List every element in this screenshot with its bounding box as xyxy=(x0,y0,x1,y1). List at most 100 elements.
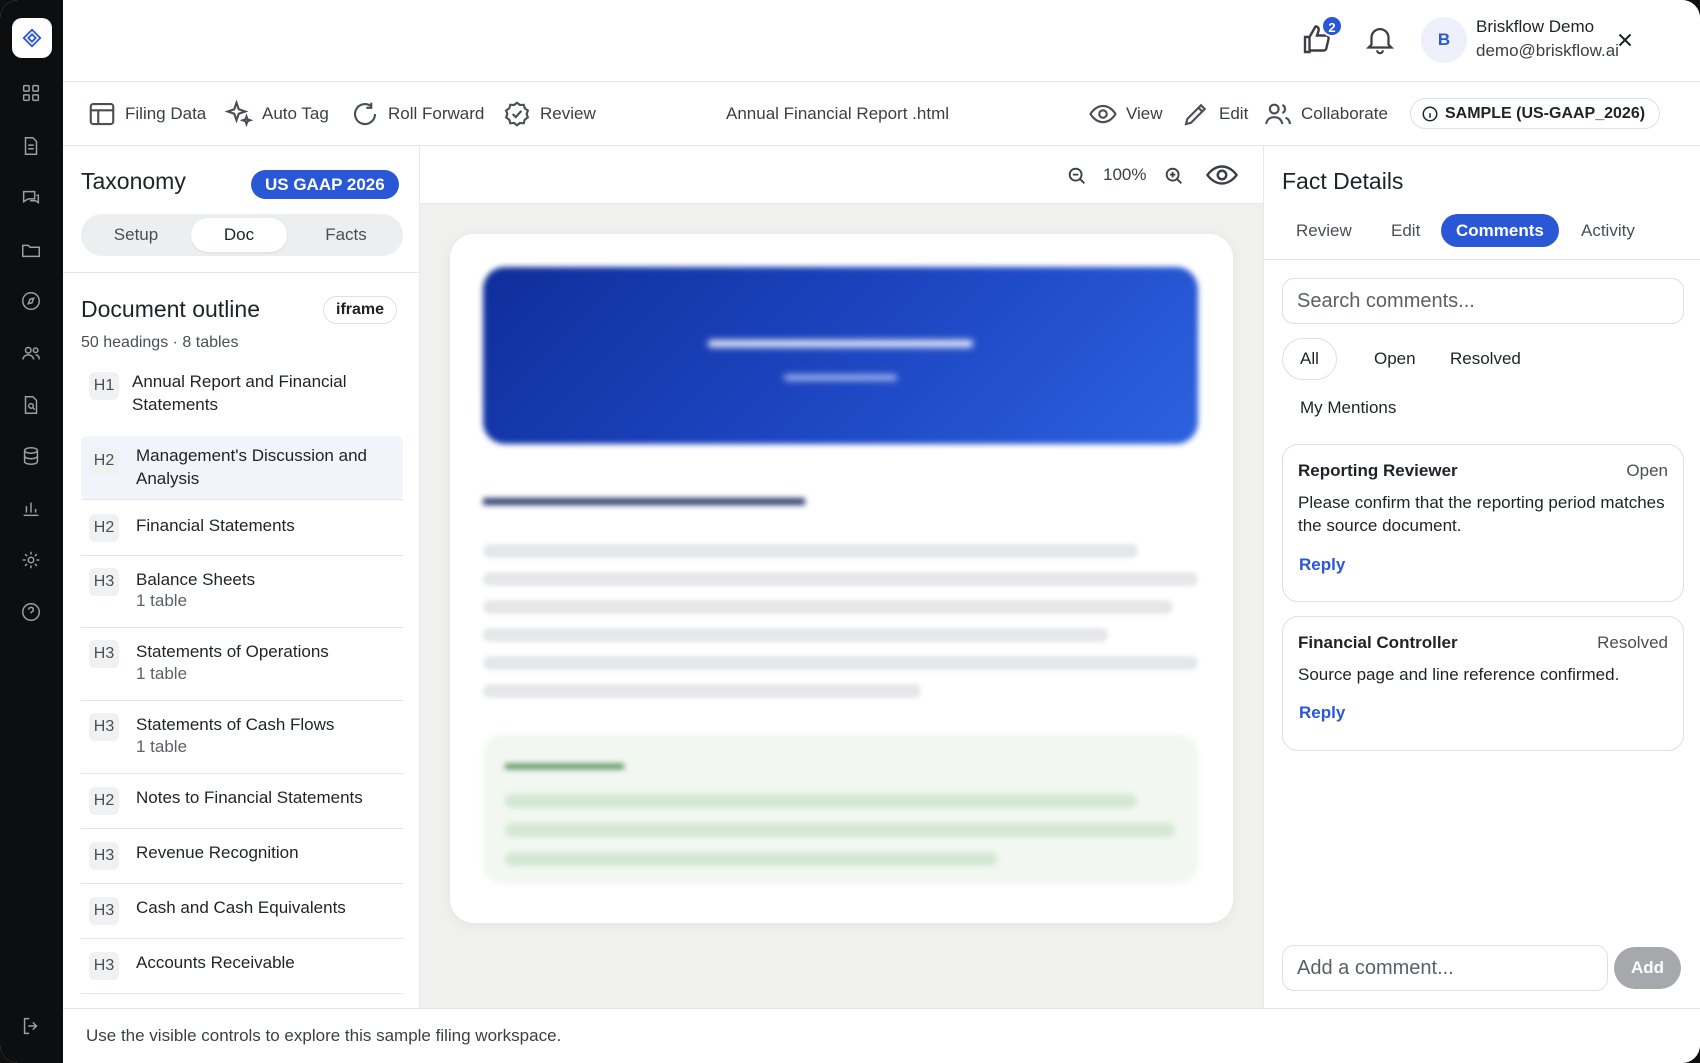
add-comment-input[interactable] xyxy=(1282,945,1608,991)
refresh-icon xyxy=(353,102,377,126)
comment-body: Source page and line reference confirmed… xyxy=(1298,665,1620,684)
users-icon[interactable] xyxy=(18,340,44,366)
view-label: View xyxy=(1126,104,1163,123)
compass-icon[interactable] xyxy=(18,288,44,314)
heading-level: H2 xyxy=(89,514,119,542)
sparkles-icon xyxy=(224,99,254,128)
edit-mode-button[interactable]: Edit xyxy=(1181,96,1248,132)
outline-item[interactable]: H3 Cash and Cash Equivalents xyxy=(81,884,403,939)
filter-open[interactable]: Open xyxy=(1357,338,1433,380)
segment-facts[interactable]: Facts xyxy=(293,218,399,252)
reply-button[interactable]: Reply xyxy=(1299,703,1345,723)
gear-icon[interactable] xyxy=(18,547,44,573)
blurred-text-line xyxy=(505,794,1137,808)
tab-activity[interactable]: Activity xyxy=(1566,214,1650,247)
comment-status: Resolved xyxy=(1597,633,1668,652)
segment-setup[interactable]: Setup xyxy=(85,218,187,252)
blurred-text-line xyxy=(483,544,1138,558)
heading-text: Statements of Operations xyxy=(136,642,329,661)
comment-status: Open xyxy=(1626,461,1668,480)
heading-level: H2 xyxy=(89,447,119,475)
comment-search-input[interactable] xyxy=(1282,278,1684,324)
collaborate-button[interactable]: Collaborate xyxy=(1263,96,1388,132)
heading-text: Cash and Cash Equivalents xyxy=(136,898,346,917)
avatar[interactable]: B xyxy=(1421,17,1467,63)
outline-item[interactable]: H3 Statements of Operations 1 table xyxy=(81,628,403,701)
blurred-text-line xyxy=(483,656,1198,670)
comment-body: Please confirm that the reporting period… xyxy=(1298,493,1665,535)
roll-forward-label: Roll Forward xyxy=(388,104,485,123)
chart-icon[interactable] xyxy=(18,495,44,521)
heading-text: Financial Statements xyxy=(136,516,295,535)
filing-data-button[interactable]: Filing Data xyxy=(87,96,206,132)
notifications-button[interactable] xyxy=(1363,22,1399,58)
blurred-validation-heading: ▬▬▬▬▬▬▬ xyxy=(505,754,624,773)
close-icon xyxy=(1618,33,1632,47)
comment-author: Reporting Reviewer xyxy=(1298,461,1458,480)
document-icon[interactable] xyxy=(18,133,44,159)
dashboard-icon[interactable] xyxy=(18,80,44,106)
status-footer: Use the visible controls to explore this… xyxy=(63,1008,1700,1063)
logout-icon[interactable] xyxy=(18,1013,44,1039)
outline-item[interactable]: H3 Accounts Receivable xyxy=(81,939,403,994)
filter-all[interactable]: All xyxy=(1282,338,1337,380)
edit-label: Edit xyxy=(1219,104,1249,123)
filter-my-mentions[interactable]: My Mentions xyxy=(1300,398,1396,418)
outline-item[interactable]: H3 Balance Sheets 1 table xyxy=(81,556,403,628)
auto-tag-button[interactable]: Auto Tag xyxy=(224,96,329,132)
outline-item[interactable]: H2 Notes to Financial Statements xyxy=(81,774,403,829)
outline-item[interactable]: H1 Annual Report and Financial Statement… xyxy=(81,364,403,428)
roll-forward-button[interactable]: Roll Forward xyxy=(350,96,484,132)
comment-author: Financial Controller xyxy=(1298,633,1458,652)
sample-label: SAMPLE (US-GAAP_2026) xyxy=(1445,104,1646,122)
main-toolbar: Filing Data Auto Tag Roll Forward Review… xyxy=(63,82,1700,146)
file-search-icon[interactable] xyxy=(18,392,44,418)
blurred-section-heading: ▬▬▬▬▬▬▬▬▬▬▬▬▬▬ xyxy=(483,484,805,510)
fact-details-panel: Fact Details Review Edit Comments Activi… xyxy=(1263,146,1700,1008)
zoom-level: 100% xyxy=(1103,165,1147,184)
zoom-in-icon[interactable] xyxy=(1163,165,1185,187)
eye-icon xyxy=(1089,104,1117,124)
segment-doc[interactable]: Doc xyxy=(191,218,287,252)
heading-text: Balance Sheets xyxy=(136,570,256,589)
document-page-preview[interactable]: ▬▬▬▬▬▬▬▬▬▬▬▬ ▬▬▬▬▬▬▬ ▬▬▬▬▬▬▬▬▬▬▬▬▬▬ ▬▬▬▬… xyxy=(450,234,1233,923)
likes-button[interactable]: 2 xyxy=(1299,15,1343,60)
iframe-toggle[interactable]: iframe xyxy=(323,296,398,324)
document-canvas: 100% ▬▬▬▬▬▬▬▬▬▬▬▬ ▬▬▬▬▬▬▬ ▬▬▬▬▬▬▬▬▬▬▬▬▬▬… xyxy=(420,146,1263,1008)
zoom-out-icon[interactable] xyxy=(1066,165,1088,187)
reply-button[interactable]: Reply xyxy=(1299,555,1345,575)
blurred-text-line xyxy=(483,684,921,698)
outline-item[interactable]: H3 Revenue Recognition xyxy=(81,829,403,884)
blurred-text-line xyxy=(483,572,1198,586)
filter-resolved[interactable]: Resolved xyxy=(1433,338,1538,380)
chat-icon[interactable] xyxy=(18,185,44,211)
outline-item-selected[interactable]: H2 Management's Discussion and Analysis xyxy=(81,436,403,500)
row-divider xyxy=(81,993,403,994)
close-button[interactable] xyxy=(1609,24,1641,56)
blurred-text-line xyxy=(505,823,1175,837)
tab-comments[interactable]: Comments xyxy=(1441,214,1559,247)
outline-summary: 50 headings · 8 tables xyxy=(81,334,239,351)
add-comment-button[interactable]: Add xyxy=(1614,947,1681,989)
panel-title: Fact Details xyxy=(1282,168,1404,194)
database-icon[interactable] xyxy=(18,443,44,469)
outline-item[interactable]: H3 Statements of Cash Flows 1 table xyxy=(81,701,403,774)
preview-eye-icon[interactable] xyxy=(1205,160,1239,190)
app-logo[interactable] xyxy=(12,18,52,58)
review-label: Review xyxy=(540,104,596,123)
taxonomy-badge[interactable]: US GAAP 2026 xyxy=(251,170,399,199)
sample-badge[interactable]: SAMPLE (US-GAAP_2026) xyxy=(1410,98,1661,129)
bell-icon xyxy=(1365,28,1395,55)
heading-level: H3 xyxy=(89,568,119,596)
view-mode-button[interactable]: View xyxy=(1088,96,1163,132)
review-button[interactable]: Review xyxy=(502,96,596,132)
folder-icon[interactable] xyxy=(18,237,44,263)
report-banner-blurred: ▬▬▬▬▬▬▬▬▬▬▬▬ ▬▬▬▬▬▬▬ xyxy=(483,267,1198,444)
tab-edit[interactable]: Edit xyxy=(1376,214,1435,247)
outline-item[interactable]: H2 Financial Statements xyxy=(81,502,403,556)
heading-level: H3 xyxy=(89,640,119,668)
row-divider xyxy=(81,499,403,500)
tab-review[interactable]: Review xyxy=(1281,214,1367,247)
help-icon[interactable] xyxy=(18,599,44,625)
blurred-text-line xyxy=(483,628,1108,642)
